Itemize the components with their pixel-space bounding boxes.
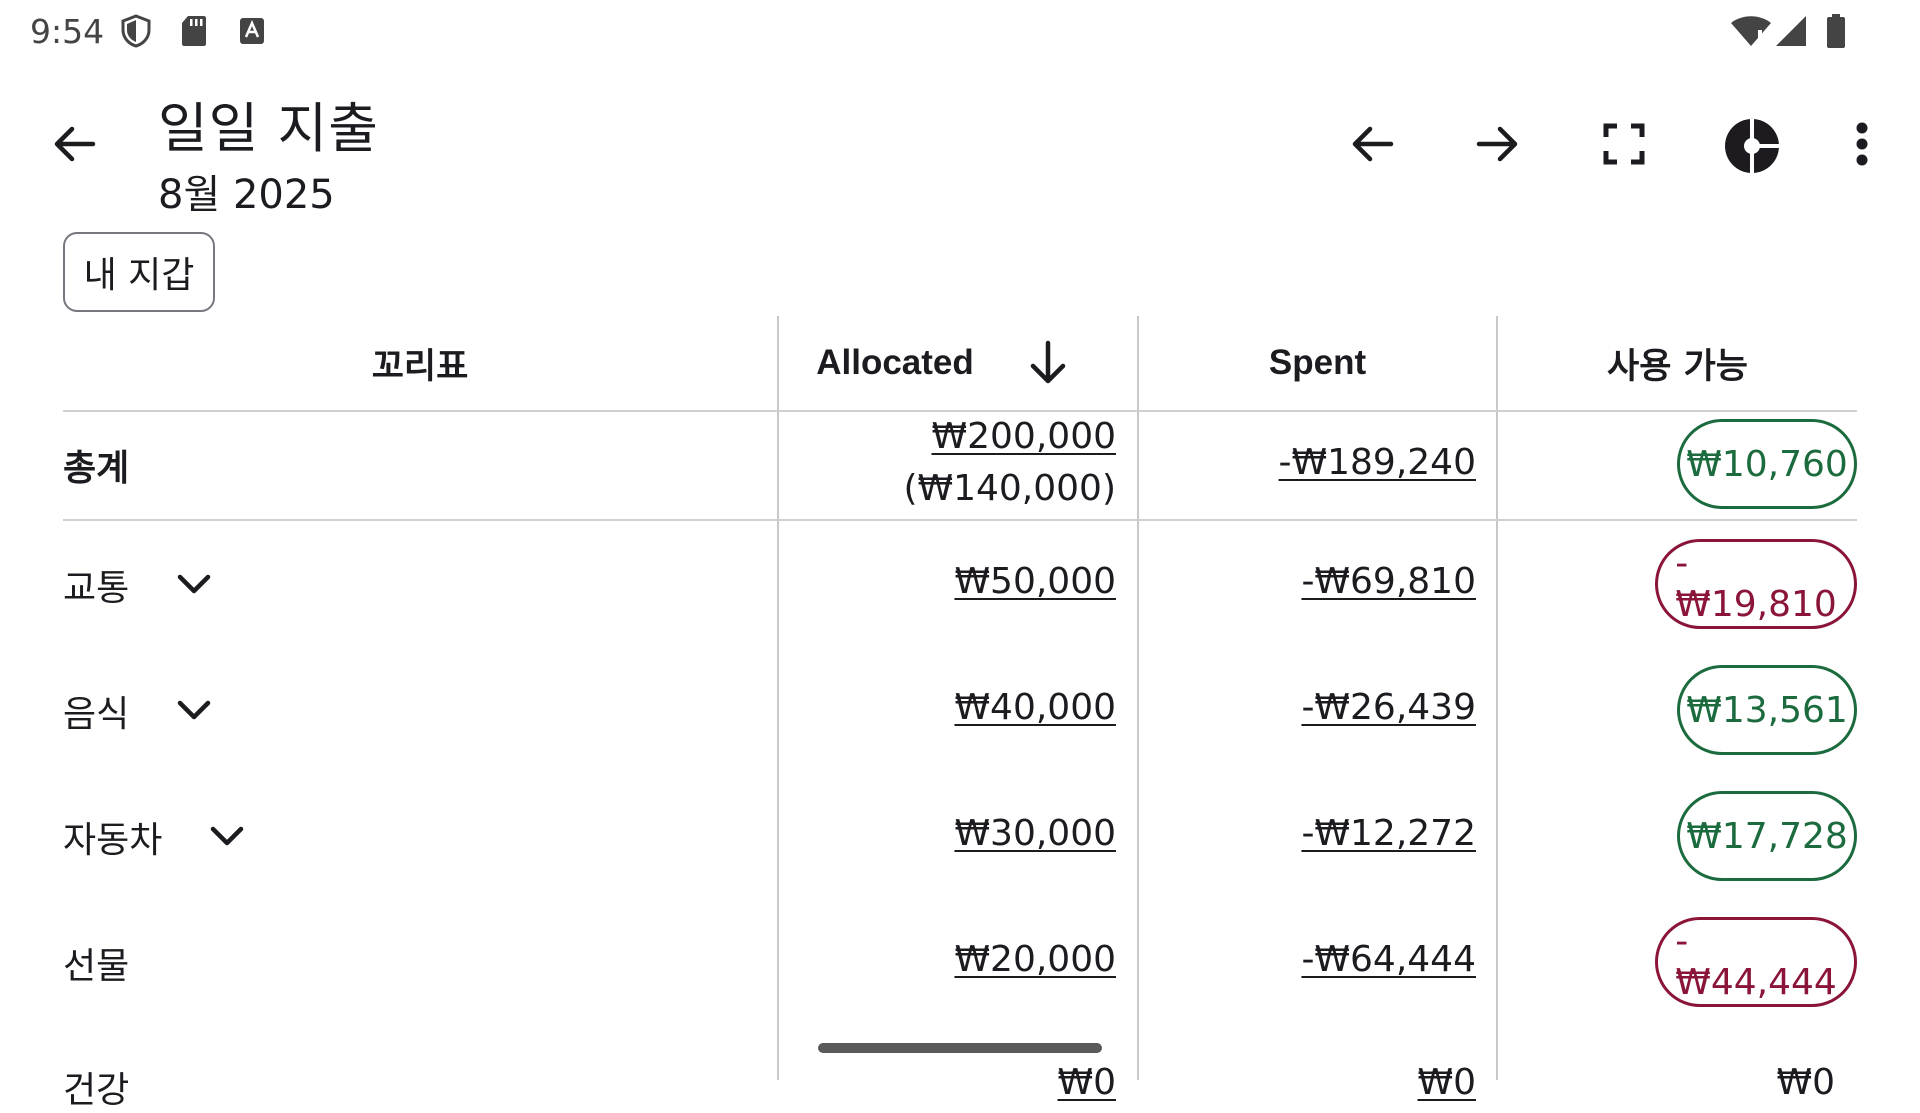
spent-value[interactable]: -₩12,272: [1301, 813, 1476, 854]
arrow-down-icon[interactable]: [1026, 340, 1070, 386]
header-allocated-label: Allocated: [816, 343, 974, 382]
header-allocated[interactable]: Allocated: [779, 316, 1137, 410]
status-bar: 9:54: [0, 0, 1920, 62]
column-divider: [1496, 316, 1498, 1080]
app-bar: 일일 지출 8월 2025: [0, 62, 1920, 232]
more-vert-icon[interactable]: [1838, 112, 1886, 176]
page-subtitle: 8월 2025: [158, 172, 335, 218]
column-divider: [777, 316, 779, 1080]
allocated-value[interactable]: ₩20,000: [954, 939, 1116, 980]
category-row-partial[interactable]: 건강: [63, 1062, 129, 1112]
category-label: 음식: [63, 694, 130, 735]
header-available[interactable]: 사용 가능: [1498, 316, 1857, 410]
category-row-gift[interactable]: 선물: [63, 938, 129, 988]
horizontal-scrollbar[interactable]: [818, 1043, 1102, 1053]
header-spent[interactable]: Spent: [1139, 316, 1496, 410]
spent-value[interactable]: ₩0: [1418, 1062, 1477, 1103]
allocated-value[interactable]: ₩50,000: [954, 561, 1116, 602]
spent-value[interactable]: -₩64,444: [1301, 939, 1476, 980]
keyboard-a-icon: [238, 14, 266, 48]
chevron-down-icon[interactable]: [210, 826, 244, 848]
available-badge[interactable]: -₩44,444: [1655, 917, 1857, 1007]
category-label: 자동차: [63, 820, 163, 861]
next-arrow-icon[interactable]: [1466, 112, 1530, 176]
header-spent-label: Spent: [1268, 343, 1367, 382]
category-row-transport[interactable]: 교통: [63, 560, 211, 610]
header-category[interactable]: 꼬리표: [63, 316, 777, 410]
chevron-down-icon[interactable]: [177, 700, 211, 722]
pie-chart-icon[interactable]: [1718, 112, 1786, 180]
available-badge[interactable]: ₩17,728: [1677, 791, 1857, 881]
prev-arrow-icon[interactable]: [1340, 112, 1404, 176]
header-category-label: 꼬리표: [371, 346, 469, 387]
back-arrow-icon[interactable]: [42, 112, 106, 176]
available-badge[interactable]: ₩13,561: [1677, 665, 1857, 755]
category-label: 건강: [63, 1070, 130, 1111]
cell-signal-icon: [1774, 14, 1808, 48]
total-spent[interactable]: -₩189,240: [1279, 442, 1476, 483]
total-label: 총계: [63, 448, 130, 489]
spent-value[interactable]: -₩69,810: [1301, 561, 1476, 602]
total-divider: [63, 519, 1857, 521]
allocated-value[interactable]: ₩0: [1058, 1062, 1117, 1103]
wallet-chip[interactable]: 내 지갑: [63, 232, 215, 312]
category-row-car[interactable]: 자동차: [63, 812, 244, 862]
available-badge[interactable]: -₩19,810: [1655, 539, 1857, 629]
header-available-label: 사용 가능: [1607, 346, 1748, 387]
allocated-value[interactable]: ₩30,000: [954, 813, 1116, 854]
available-value[interactable]: ₩0: [1777, 1062, 1836, 1103]
allocated-value[interactable]: ₩40,000: [954, 687, 1116, 728]
shield-icon: [120, 14, 152, 48]
battery-icon: [1826, 14, 1846, 48]
status-time: 9:54: [30, 12, 105, 51]
total-allocated[interactable]: ₩200,000: [932, 416, 1116, 457]
header-divider: [63, 410, 1857, 412]
total-allocated-sub: (₩140,000): [903, 468, 1116, 509]
page-title: 일일 지출: [158, 97, 379, 160]
sd-card-icon: [180, 14, 208, 48]
spent-value[interactable]: -₩26,439: [1301, 687, 1476, 728]
total-available-badge[interactable]: ₩10,760: [1677, 419, 1857, 509]
category-row-food[interactable]: 음식: [63, 686, 211, 736]
category-label: 교통: [63, 568, 130, 609]
fullscreen-icon[interactable]: [1592, 112, 1656, 176]
chevron-down-icon[interactable]: [177, 574, 211, 596]
category-label: 선물: [63, 946, 130, 987]
column-divider: [1137, 316, 1139, 1080]
wifi-icon: [1730, 14, 1772, 48]
